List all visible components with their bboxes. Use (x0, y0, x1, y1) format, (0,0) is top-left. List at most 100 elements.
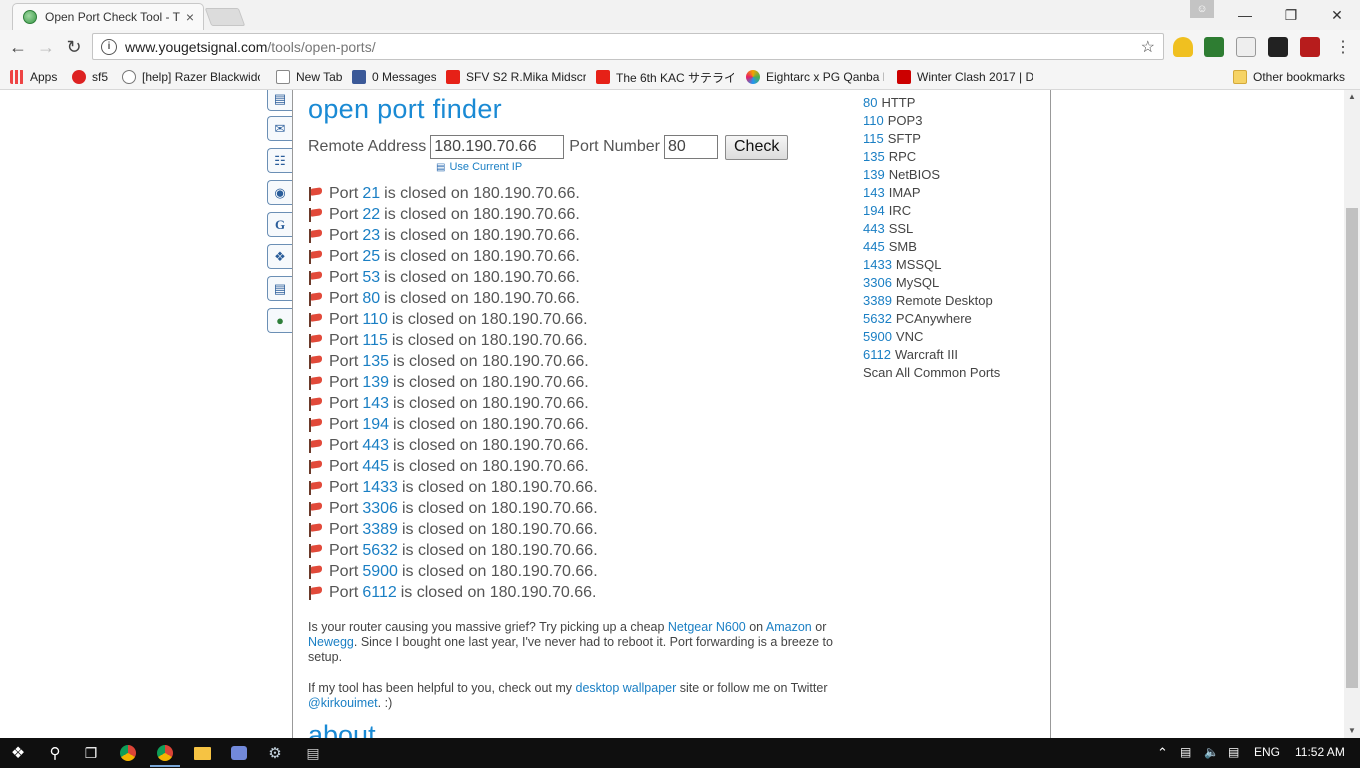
steam-icon[interactable]: ⚙ (264, 742, 286, 764)
address-bar[interactable]: i www.yougetsignal.com/tools/open-ports/… (92, 33, 1164, 60)
side-network-icon[interactable]: ☷ (267, 148, 292, 173)
common-port-number[interactable]: 110 (863, 113, 884, 128)
newegg-link[interactable]: Newegg (308, 635, 354, 649)
common-port-number[interactable]: 5900 (863, 329, 892, 344)
app-window-icon[interactable]: ▤ (302, 742, 324, 764)
common-port-item[interactable]: 3306 MySQL (863, 274, 1000, 292)
port-number-link[interactable]: 22 (362, 206, 380, 224)
desktop-wallpaper-link[interactable]: desktop wallpaper (576, 681, 677, 695)
common-port-number[interactable]: 3306 (863, 275, 892, 290)
windows-start-icon[interactable]: ❖ (7, 742, 29, 764)
reload-icon[interactable]: ↻ (61, 34, 87, 60)
search-icon[interactable]: ⚲ (44, 742, 66, 764)
new-tab-button[interactable] (204, 8, 246, 26)
common-port-item[interactable]: 443 SSL (863, 220, 1000, 238)
side-mail-icon[interactable]: ✉ (267, 116, 292, 141)
check-button[interactable]: Check (724, 134, 789, 160)
common-port-item[interactable]: 110 POP3 (863, 112, 1000, 130)
common-port-number[interactable]: 80 (863, 95, 877, 110)
side-windows-icon[interactable]: ❖ (267, 244, 292, 269)
port-number-link[interactable]: 143 (362, 395, 389, 413)
chrome-taskbar-icon[interactable] (117, 742, 139, 764)
discord-icon[interactable] (228, 742, 250, 764)
port-number-link[interactable]: 3389 (362, 521, 398, 539)
port-number-link[interactable]: 5632 (362, 542, 398, 560)
page-scrollbar[interactable]: ▲ ▼ (1344, 90, 1360, 738)
bookmark-winter-clash[interactable]: Winter Clash 2017 | D (897, 68, 1033, 86)
browser-tab[interactable]: Open Port Check Tool - T × (12, 3, 204, 30)
common-port-item[interactable]: 143 IMAP (863, 184, 1000, 202)
amazon-link[interactable]: Amazon (766, 620, 812, 634)
common-port-number[interactable]: 3389 (863, 293, 892, 308)
remote-address-input[interactable] (430, 135, 565, 159)
common-port-item[interactable]: 135 RPC (863, 148, 1000, 166)
common-port-number[interactable]: 143 (863, 185, 885, 200)
chrome-menu-icon[interactable]: ⋮ (1330, 34, 1356, 60)
bookmark-new-tab[interactable]: New Tab (276, 68, 342, 86)
extension-ghost-icon[interactable] (1236, 37, 1256, 57)
common-port-item[interactable]: 80 HTTP (863, 94, 1000, 112)
back-arrow-icon[interactable]: ← (5, 34, 31, 60)
scrollbar-thumb[interactable] (1346, 208, 1358, 688)
scan-all-ports-link[interactable]: Scan All Common Ports (863, 364, 1000, 382)
common-port-item[interactable]: 445 SMB (863, 238, 1000, 256)
common-port-number[interactable]: 194 (863, 203, 885, 218)
side-document-icon[interactable]: ▤ (267, 276, 292, 301)
port-number-link[interactable]: 80 (362, 290, 380, 308)
scroll-down-icon[interactable]: ▼ (1344, 724, 1360, 738)
bookmark-star-icon[interactable]: ☆ (1141, 37, 1155, 57)
scroll-up-icon[interactable]: ▲ (1344, 90, 1360, 104)
bookmark-apps[interactable]: Apps (10, 68, 65, 86)
file-explorer-icon[interactable] (191, 742, 213, 764)
common-port-item[interactable]: 5632 PCAnywhere (863, 310, 1000, 328)
task-view-icon[interactable]: ❐ (80, 742, 102, 764)
side-google-icon[interactable]: G (267, 212, 292, 237)
extension-ublock-icon[interactable] (1300, 37, 1320, 57)
minimize-icon[interactable]: — (1222, 0, 1268, 30)
common-port-number[interactable]: 443 (863, 221, 885, 236)
extension-download-icon[interactable] (1204, 37, 1224, 57)
common-port-item[interactable]: 5900 VNC (863, 328, 1000, 346)
bookmark-sf5[interactable]: sf5 (72, 68, 114, 86)
restore-icon[interactable]: ❐ (1268, 0, 1314, 30)
volume-icon[interactable]: 🔈 (1204, 745, 1219, 759)
profile-icon[interactable]: ☺ (1190, 0, 1214, 18)
tray-chevron-up-icon[interactable]: ⌃ (1157, 745, 1168, 761)
port-number-link[interactable]: 135 (362, 353, 389, 371)
common-port-number[interactable]: 139 (863, 167, 885, 182)
common-port-number[interactable]: 6112 (863, 347, 891, 362)
port-number-input[interactable] (663, 135, 718, 159)
bookmark-sfv-mika[interactable]: SFV S2 R.Mika Midscre (446, 68, 586, 86)
common-port-item[interactable]: 194 IRC (863, 202, 1000, 220)
extension-lemon-icon[interactable] (1173, 37, 1193, 57)
close-window-icon[interactable]: ✕ (1314, 0, 1360, 30)
common-port-number[interactable]: 135 (863, 149, 885, 164)
port-number-link[interactable]: 1433 (362, 479, 398, 497)
clock[interactable]: 11:52 AM (1295, 745, 1345, 759)
common-port-number[interactable]: 445 (863, 239, 885, 254)
notification-message-icon[interactable]: ▤ (1228, 745, 1239, 759)
port-number-link[interactable]: 6112 (362, 584, 396, 602)
tab-close-icon[interactable]: × (181, 9, 199, 25)
port-number-link[interactable]: 25 (362, 248, 380, 266)
port-number-link[interactable]: 194 (362, 416, 389, 434)
port-number-link[interactable]: 115 (362, 332, 388, 350)
common-port-number[interactable]: 115 (863, 131, 884, 146)
port-number-link[interactable]: 110 (362, 311, 388, 329)
common-port-item[interactable]: 115 SFTP (863, 130, 1000, 148)
side-help-icon[interactable]: ◉ (267, 180, 292, 205)
common-port-item[interactable]: 1433 MSSQL (863, 256, 1000, 274)
port-number-link[interactable]: 21 (362, 185, 380, 203)
common-port-item[interactable]: 3389 Remote Desktop (863, 292, 1000, 310)
site-info-icon[interactable]: i (101, 38, 117, 55)
network-tray-icon[interactable]: ▤ (1180, 745, 1191, 759)
side-globe-icon[interactable]: ● (267, 308, 292, 333)
port-number-link[interactable]: 23 (362, 227, 380, 245)
port-number-link[interactable]: 139 (362, 374, 389, 392)
port-number-link[interactable]: 5900 (362, 563, 398, 581)
port-number-link[interactable]: 3306 (362, 500, 398, 518)
port-number-link[interactable]: 53 (362, 269, 380, 287)
bookmark-razer[interactable]: [help] Razer Blackwidc (122, 68, 260, 86)
language-indicator[interactable]: ENG (1254, 745, 1280, 759)
forward-arrow-icon[interactable]: → (33, 34, 59, 60)
